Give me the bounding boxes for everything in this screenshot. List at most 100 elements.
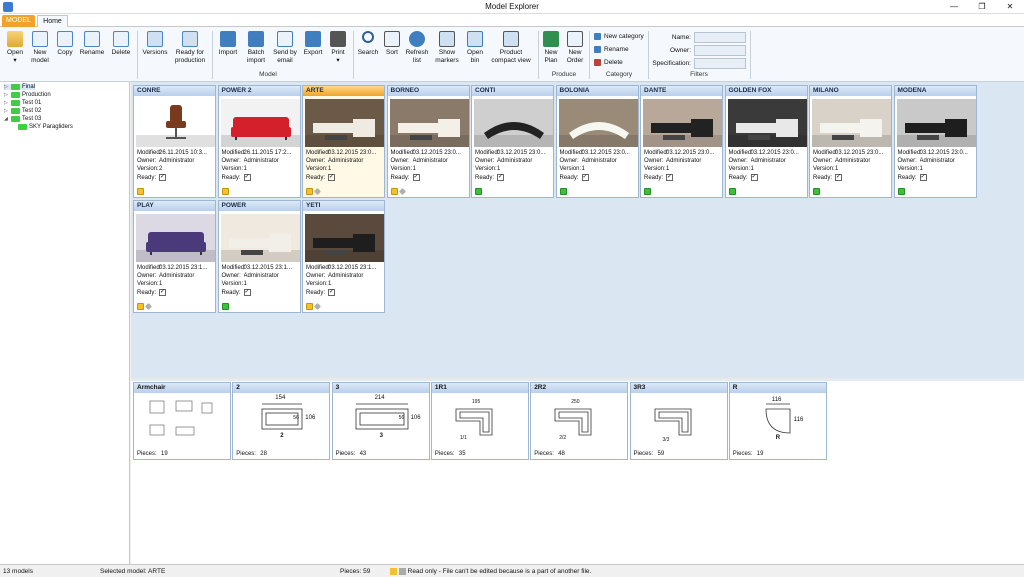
search-icon: [362, 31, 374, 43]
pieces-label: Pieces:: [137, 451, 157, 457]
modified-value: 03.12.2015 23:0...: [666, 150, 715, 156]
folder-icon: [11, 84, 20, 90]
owner-value: Administrator: [581, 158, 617, 165]
close-button[interactable]: ✕: [996, 0, 1024, 14]
lock-icon: [306, 188, 313, 195]
delete-button[interactable]: Delete: [108, 31, 134, 57]
model-card[interactable]: CONTI Modified: 03.12.2015 23:0... Owner:…: [471, 85, 554, 198]
print-button[interactable]: Print ▾: [327, 31, 349, 64]
status-badges: [306, 187, 322, 196]
folder-icon: [11, 116, 20, 122]
piece-card[interactable]: Armchair Pieces: 19: [133, 382, 231, 460]
show-markers-button[interactable]: Show markers: [432, 31, 462, 64]
piece-card[interactable]: R 116 116 R Pieces: 19: [728, 382, 827, 460]
ready-for-production-button[interactable]: Ready for production: [172, 31, 208, 64]
piece-drawing: 250 2/2: [533, 395, 627, 447]
model-card[interactable]: GOLDEN FOX Modified: 03.12.2015 23:0... O…: [724, 85, 808, 198]
modified-label: Modified:: [137, 265, 162, 271]
model-card[interactable]: BOLONIA Modified: 03.12.2015 23:0... Owne…: [555, 85, 639, 198]
model-card[interactable]: PLAY Modified: 03.12.2015 23:1... Owner: A…: [133, 200, 216, 313]
filter-owner-input[interactable]: [694, 45, 746, 56]
ready-checkbox[interactable]: ✓: [243, 288, 251, 296]
import-button[interactable]: Import: [216, 31, 240, 57]
delete-category-button[interactable]: Delete: [594, 59, 623, 66]
maximize-button[interactable]: ❐: [968, 0, 996, 14]
filter-specification-input[interactable]: [694, 58, 746, 69]
ready-checkbox[interactable]: ✓: [328, 288, 335, 296]
model-thumbnail: [896, 99, 976, 147]
model-card[interactable]: BORNEO Modified: 03.12.2015 23:0... Owner…: [386, 85, 470, 198]
model-card[interactable]: ARTE Modified: 03.12.2015 23:0... Owner: A…: [302, 85, 385, 198]
sort-button[interactable]: Sort: [382, 31, 402, 57]
piece-card[interactable]: 3R3 3/3 Pieces: 59: [629, 382, 728, 460]
send-by-email-button[interactable]: Send by email: [271, 31, 299, 64]
model-card[interactable]: MILANO Modified: 03.12.2015 23:0... Owner…: [809, 85, 892, 198]
owner-value: Administrator: [159, 273, 195, 280]
copy-button[interactable]: Copy: [54, 31, 76, 57]
dim-seat: 56: [293, 415, 299, 421]
dim-width: 116: [771, 397, 782, 403]
model-card[interactable]: DANTE Modified: 03.12.2015 23:0... Owner:…: [640, 85, 723, 198]
search-button[interactable]: Search: [356, 31, 380, 57]
modified-value: 26.11.2015 17:2...: [243, 150, 292, 156]
dim-depth: 106: [410, 415, 421, 421]
open-bin-button[interactable]: Open bin: [464, 31, 486, 64]
refresh-list-button[interactable]: Refresh list: [404, 31, 430, 64]
model-card[interactable]: POWER Modified: 03.12.2015 23:1... Owner:…: [217, 200, 301, 313]
tree-node-test02[interactable]: ▷ Test 02: [4, 108, 41, 114]
tree-node-test01[interactable]: ▷ Test 01: [4, 100, 41, 106]
ready-checkbox[interactable]: ✓: [750, 173, 758, 181]
tree-node-production[interactable]: ▷ Production: [4, 92, 51, 98]
owner-value: Administrator: [497, 158, 533, 165]
rename-button[interactable]: Rename: [78, 31, 106, 57]
filter-name-input[interactable]: [694, 32, 746, 43]
ready-checkbox[interactable]: ✓: [243, 173, 251, 181]
open-button[interactable]: Open ▾: [4, 31, 26, 64]
batch-import-button[interactable]: Batch import: [243, 31, 269, 64]
ready-checkbox[interactable]: ✓: [328, 173, 335, 181]
modified-value: 03.12.2015 23:0...: [750, 150, 799, 156]
piece-card[interactable]: 2R2 250 2/2 Pieces: 48: [530, 382, 629, 460]
lock-icon: [221, 188, 229, 195]
tree-node-test03[interactable]: ◢ Test 03: [4, 116, 41, 122]
group-category-label: Category: [605, 71, 633, 78]
ready-checkbox[interactable]: ✓: [581, 173, 589, 181]
ready-checkbox[interactable]: ✓: [919, 173, 927, 181]
ready-checkbox[interactable]: ✓: [666, 173, 673, 181]
new-order-button[interactable]: New Order: [564, 31, 586, 64]
piece-drawing: 116 116 R: [732, 395, 826, 447]
piece-card[interactable]: 1R1 195 1/1 Pieces: 35: [430, 382, 529, 460]
new-plan-button[interactable]: New Plan: [541, 31, 561, 64]
minimize-button[interactable]: —: [940, 0, 968, 14]
ready-label: Ready:: [306, 174, 326, 181]
piece-card[interactable]: 2 154 106 56 2 Pieces: 28: [232, 382, 331, 460]
filter-spec-label: Specification:: [652, 60, 691, 67]
ready-checkbox[interactable]: ✓: [159, 173, 166, 181]
lock-icon: [137, 188, 144, 195]
batch-import-icon: [248, 31, 264, 47]
ready-label: Ready:: [475, 174, 495, 181]
piece-card[interactable]: 3 214 106 56 3 Pieces: 43: [331, 382, 430, 460]
model-thumbnail: [220, 214, 300, 262]
pieces-label: Pieces:: [633, 451, 654, 457]
new-category-button[interactable]: New category: [594, 33, 644, 40]
export-button[interactable]: Export: [301, 31, 325, 57]
ready-checkbox[interactable]: ✓: [835, 173, 842, 181]
ready-checkbox[interactable]: ✓: [159, 288, 166, 296]
lock-icon: [390, 188, 398, 195]
versions-button[interactable]: Versions: [140, 31, 170, 57]
product-compact-view-button[interactable]: Product compact view: [488, 31, 534, 64]
model-card[interactable]: POWER 2 Modified: 26.11.2015 17:2... Owne…: [217, 85, 301, 198]
model-card[interactable]: MODENA Modified: 03.12.2015 23:0... Owner…: [893, 85, 977, 198]
model-card[interactable]: YETI Modified: 03.12.2015 23:1... Owner: A…: [302, 200, 385, 313]
version-value: 1: [159, 281, 163, 288]
tree-node-final[interactable]: ▷ Final: [4, 84, 36, 90]
model-card[interactable]: CONRE Modified: 26.11.2015 10:3... Owner:…: [133, 85, 216, 198]
folder-icon: [11, 100, 20, 106]
tree-node-sky-paragliders[interactable]: SKY Paragliders: [18, 124, 73, 130]
ready-checkbox[interactable]: ✓: [412, 173, 420, 181]
tab-model[interactable]: MODEL: [2, 15, 35, 27]
new-model-button[interactable]: New model: [28, 31, 52, 64]
ready-checkbox[interactable]: ✓: [497, 173, 504, 181]
rename-category-button[interactable]: Rename: [594, 46, 629, 53]
